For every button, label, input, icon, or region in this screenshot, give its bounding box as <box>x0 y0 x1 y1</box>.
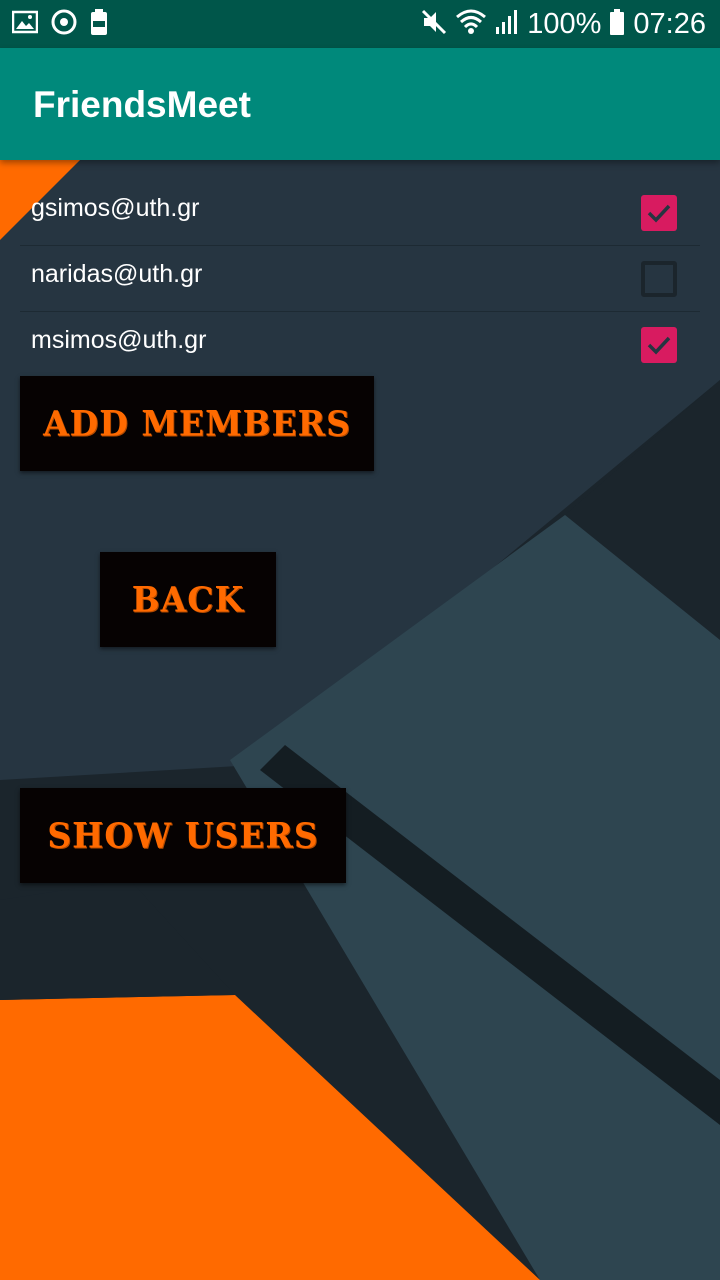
user-list-item[interactable]: gsimos@uth.gr <box>20 180 700 246</box>
user-checkbox[interactable] <box>641 195 677 231</box>
show-users-button[interactable]: SHOW USERS <box>20 788 346 883</box>
user-email: naridas@uth.gr <box>31 260 203 288</box>
user-email: gsimos@uth.gr <box>31 194 200 222</box>
signal-icon <box>495 9 519 40</box>
back-button[interactable]: BACK <box>100 552 276 647</box>
user-checkbox[interactable] <box>641 261 677 297</box>
user-list-item[interactable]: naridas@uth.gr <box>20 246 700 312</box>
status-notification-icons <box>11 8 108 41</box>
mute-icon <box>421 9 447 40</box>
battery-saver-icon <box>90 8 108 41</box>
add-members-button[interactable]: ADD MEMBERS <box>20 376 374 471</box>
app-bar: FriendsMeet <box>0 48 720 160</box>
status-bar: 100% 07:26 <box>0 0 720 48</box>
clock: 07:26 <box>633 8 706 40</box>
battery-percent: 100% <box>527 8 602 40</box>
gallery-icon <box>11 10 39 39</box>
user-email: msimos@uth.gr <box>31 326 207 354</box>
user-list-item[interactable]: msimos@uth.gr <box>20 312 700 377</box>
status-system-icons: 100% 07:26 <box>421 6 706 42</box>
battery-icon <box>609 8 625 41</box>
user-list: gsimos@uth.gr naridas@uth.gr msimos@uth.… <box>20 180 700 377</box>
add-members-label: ADD MEMBERS <box>43 403 351 444</box>
checkmark-icon <box>647 336 671 355</box>
user-checkbox[interactable] <box>641 327 677 363</box>
checkmark-icon <box>647 204 671 223</box>
app-title: FriendsMeet <box>33 84 251 125</box>
show-users-label: SHOW USERS <box>47 815 319 856</box>
back-label: BACK <box>131 579 245 620</box>
wifi-icon <box>455 8 487 41</box>
sync-icon <box>50 8 78 41</box>
